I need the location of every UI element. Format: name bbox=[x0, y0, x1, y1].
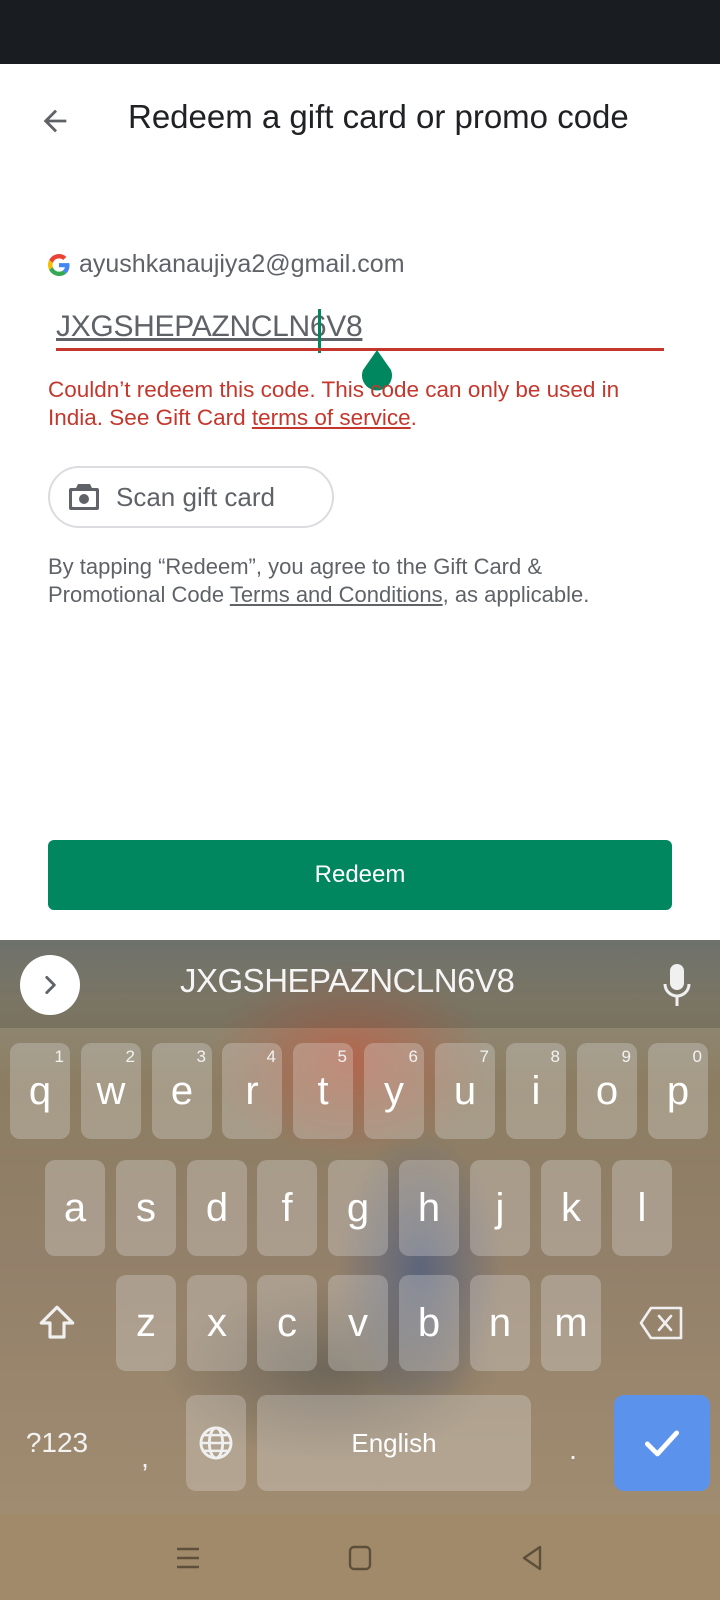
key-hint: 9 bbox=[621, 1047, 631, 1066]
key-label: u bbox=[453, 1068, 477, 1113]
account-email: ayushkanaujiya2@gmail.com bbox=[79, 250, 405, 278]
key-y[interactable]: y6 bbox=[364, 1043, 424, 1139]
recent-apps-button[interactable] bbox=[170, 1540, 206, 1576]
backspace-key[interactable] bbox=[624, 1275, 700, 1371]
key-r[interactable]: r4 bbox=[222, 1043, 282, 1139]
key-v[interactable]: v bbox=[328, 1275, 388, 1371]
enter-key[interactable] bbox=[614, 1395, 710, 1491]
system-navigation-bar bbox=[0, 1514, 720, 1600]
key-i[interactable]: i8 bbox=[506, 1043, 566, 1139]
key-label: y bbox=[384, 1068, 404, 1113]
camera-icon bbox=[69, 484, 99, 510]
arrow-left-icon bbox=[43, 109, 67, 133]
keyboard-expand-button[interactable] bbox=[20, 955, 80, 1015]
key-hint: 1 bbox=[54, 1047, 64, 1066]
key-s[interactable]: s bbox=[116, 1160, 176, 1256]
menu-icon bbox=[177, 1547, 199, 1569]
on-screen-keyboard: JXGSHEPAZNCLN6V8 q1 w2 e3 r4 t5 y6 u7 i8… bbox=[0, 940, 720, 1514]
key-o[interactable]: o9 bbox=[577, 1043, 637, 1139]
key-x[interactable]: x bbox=[187, 1275, 247, 1371]
key-label: i bbox=[531, 1068, 541, 1113]
key-e[interactable]: e3 bbox=[152, 1043, 212, 1139]
backspace-icon bbox=[639, 1306, 683, 1340]
key-b[interactable]: b bbox=[399, 1275, 459, 1371]
scan-gift-card-label: Scan gift card bbox=[116, 481, 275, 512]
key-z[interactable]: z bbox=[116, 1275, 176, 1371]
key-label: r bbox=[245, 1068, 259, 1113]
key-hint: 7 bbox=[479, 1047, 489, 1066]
key-h[interactable]: h bbox=[399, 1160, 459, 1256]
key-label: t bbox=[317, 1068, 329, 1113]
key-u[interactable]: u7 bbox=[435, 1043, 495, 1139]
key-hint: 4 bbox=[266, 1047, 276, 1066]
triangle-back-icon bbox=[522, 1545, 542, 1571]
scan-gift-card-button[interactable]: Scan gift card bbox=[48, 466, 334, 528]
back-nav-button[interactable] bbox=[514, 1540, 550, 1576]
home-button[interactable] bbox=[342, 1540, 378, 1576]
key-l[interactable]: l bbox=[612, 1160, 672, 1256]
key-label: q bbox=[28, 1068, 52, 1113]
account-row: ayushkanaujiya2@gmail.com bbox=[48, 250, 405, 279]
key-label: w bbox=[96, 1068, 126, 1113]
chevron-right-icon bbox=[45, 976, 56, 994]
key-n[interactable]: n bbox=[470, 1275, 530, 1371]
error-text-end: . bbox=[410, 405, 417, 430]
key-k[interactable]: k bbox=[541, 1160, 601, 1256]
key-m[interactable]: m bbox=[541, 1275, 601, 1371]
globe-icon bbox=[199, 1426, 233, 1460]
terms-text-end: , as applicable. bbox=[442, 582, 590, 607]
key-hint: 5 bbox=[337, 1047, 347, 1066]
microphone-icon[interactable] bbox=[662, 962, 692, 1008]
key-hint: 8 bbox=[550, 1047, 560, 1066]
error-message: Couldn’t redeem this code. This code can… bbox=[48, 376, 678, 432]
square-home-icon bbox=[348, 1545, 372, 1571]
google-g-icon bbox=[48, 253, 70, 276]
key-hint: 6 bbox=[408, 1047, 418, 1066]
key-d[interactable]: d bbox=[187, 1160, 247, 1256]
key-label: p bbox=[666, 1068, 690, 1113]
comma-key[interactable]: , bbox=[120, 1410, 170, 1506]
checkmark-icon bbox=[644, 1430, 680, 1457]
key-c[interactable]: c bbox=[257, 1275, 317, 1371]
key-f[interactable]: f bbox=[257, 1160, 317, 1256]
key-a[interactable]: a bbox=[45, 1160, 105, 1256]
back-button[interactable] bbox=[32, 98, 78, 144]
text-caret bbox=[318, 309, 321, 353]
period-key[interactable]: . bbox=[548, 1402, 598, 1498]
key-p[interactable]: p0 bbox=[648, 1043, 708, 1139]
keyboard-suggestion[interactable]: JXGSHEPAZNCLN6V8 bbox=[180, 962, 515, 1000]
terms-of-service-link[interactable]: terms of service bbox=[252, 405, 411, 430]
key-g[interactable]: g bbox=[328, 1160, 388, 1256]
key-hint: 2 bbox=[125, 1047, 135, 1066]
code-input[interactable] bbox=[56, 304, 656, 350]
page-title: Redeem a gift card or promo code bbox=[128, 98, 629, 135]
shift-icon bbox=[39, 1305, 75, 1339]
status-bar bbox=[0, 0, 720, 64]
language-key[interactable] bbox=[186, 1395, 246, 1491]
key-t[interactable]: t5 bbox=[293, 1043, 353, 1139]
key-hint: 0 bbox=[692, 1047, 702, 1066]
key-hint: 3 bbox=[196, 1047, 206, 1066]
key-label: o bbox=[595, 1068, 619, 1113]
space-key[interactable]: English bbox=[257, 1395, 531, 1491]
redeem-button[interactable]: Redeem bbox=[48, 840, 672, 910]
symbols-key[interactable]: ?123 bbox=[14, 1395, 100, 1491]
key-label: e bbox=[170, 1068, 194, 1113]
key-w[interactable]: w2 bbox=[81, 1043, 141, 1139]
redeem-screen: Redeem a gift card or promo code ayushka… bbox=[0, 64, 720, 940]
key-q[interactable]: q1 bbox=[10, 1043, 70, 1139]
terms-and-conditions-link[interactable]: Terms and Conditions bbox=[230, 582, 443, 607]
shift-key[interactable] bbox=[24, 1275, 90, 1371]
key-j[interactable]: j bbox=[470, 1160, 530, 1256]
terms-text: By tapping “Redeem”, you agree to the Gi… bbox=[48, 553, 638, 609]
